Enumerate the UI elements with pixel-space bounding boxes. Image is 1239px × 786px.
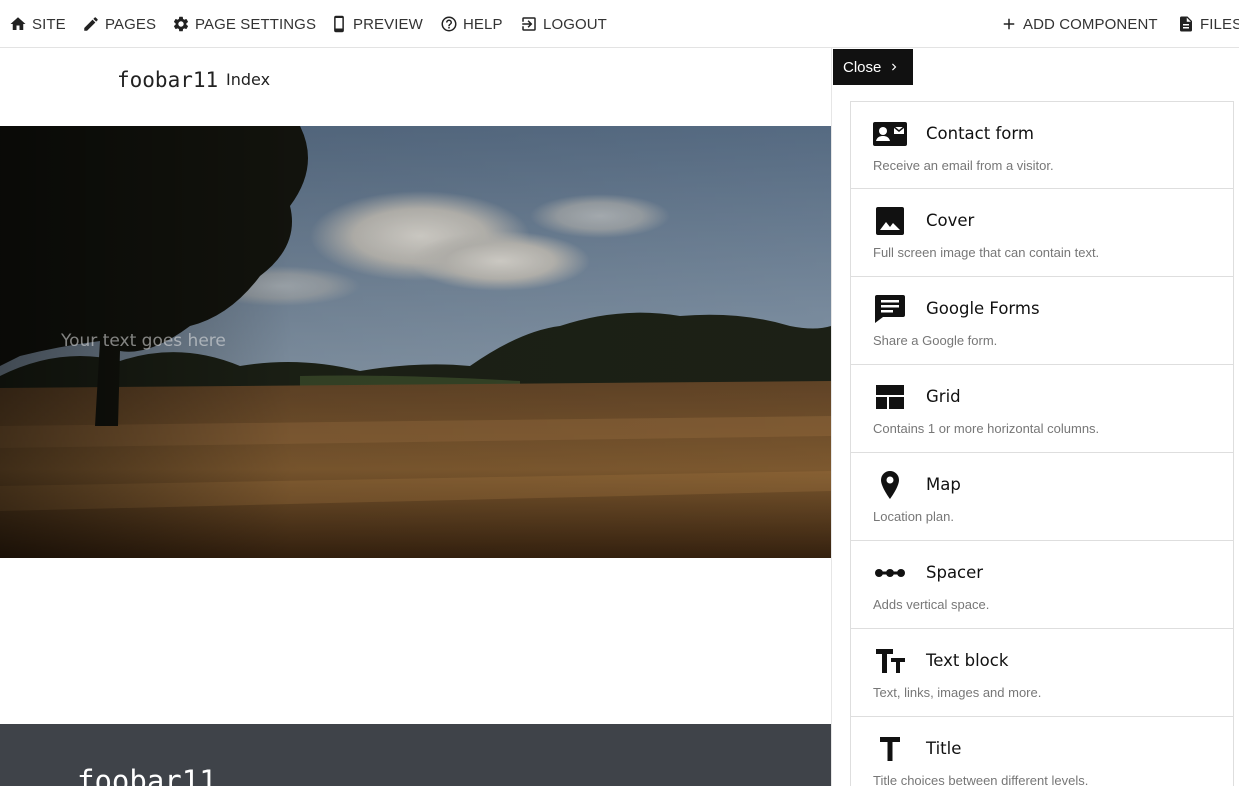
component-text-block[interactable]: Text block Text, links, images and more. bbox=[850, 629, 1234, 717]
add-component-label: ADD COMPONENT bbox=[1023, 15, 1158, 33]
add-component-panel: Close Contact form Receive an email from… bbox=[831, 48, 1239, 786]
add-component-button[interactable]: ADD COMPONENT bbox=[1000, 12, 1158, 36]
footer-site-name: foobar11 bbox=[77, 764, 217, 786]
contact-card-icon bbox=[873, 120, 907, 148]
logout-icon bbox=[522, 17, 536, 31]
component-cover[interactable]: Cover Full screen image that can contain… bbox=[850, 189, 1234, 277]
component-map[interactable]: Map Location plan. bbox=[850, 453, 1234, 541]
grid-icon bbox=[873, 383, 907, 411]
chat-bubble-icon bbox=[873, 295, 907, 323]
component-description: Adds vertical space. bbox=[873, 597, 990, 612]
component-list: Contact form Receive an email from a vis… bbox=[850, 101, 1234, 786]
plus-icon bbox=[1003, 18, 1015, 30]
close-panel-button[interactable]: Close bbox=[833, 49, 913, 85]
component-title: Text block bbox=[926, 651, 1009, 670]
site-footer: foobar11 bbox=[0, 724, 831, 786]
phone-icon bbox=[334, 15, 344, 33]
page-settings-nav-button[interactable]: PAGE SETTINGS bbox=[172, 12, 316, 36]
spacer-icon bbox=[873, 559, 907, 587]
files-nav-label: FILES bbox=[1200, 15, 1239, 33]
component-grid[interactable]: Grid Contains 1 or more horizontal colum… bbox=[850, 365, 1234, 453]
component-description: Contains 1 or more horizontal columns. bbox=[873, 421, 1100, 436]
component-title-item[interactable]: Title Title choices between different le… bbox=[850, 717, 1234, 786]
logout-nav-label: LOGOUT bbox=[543, 15, 607, 33]
site-nav-button[interactable]: SITE bbox=[9, 12, 66, 36]
component-contact-form[interactable]: Contact form Receive an email from a vis… bbox=[850, 101, 1234, 189]
component-description: Share a Google form. bbox=[873, 333, 998, 348]
chevron-right-icon bbox=[892, 63, 897, 71]
component-title: Map bbox=[926, 475, 961, 494]
pages-nav-button[interactable]: PAGES bbox=[82, 12, 156, 36]
component-title: Cover bbox=[926, 211, 975, 230]
site-name[interactable]: foobar11 bbox=[117, 68, 218, 92]
component-title: Contact form bbox=[926, 124, 1034, 143]
home-icon bbox=[10, 17, 26, 30]
top-toolbar: SITE PAGES PAGE SETTINGS PREVIEW HELP LO… bbox=[0, 0, 1239, 48]
cover-component[interactable]: Your text goes here bbox=[0, 126, 831, 558]
site-nav-label: SITE bbox=[32, 15, 66, 33]
component-google-forms[interactable]: Google Forms Share a Google form. bbox=[850, 277, 1234, 365]
component-title: Grid bbox=[926, 387, 961, 406]
help-nav-label: HELP bbox=[463, 15, 503, 33]
component-description: Location plan. bbox=[873, 509, 954, 524]
cover-text[interactable]: Your text goes here bbox=[61, 331, 226, 351]
page-settings-nav-label: PAGE SETTINGS bbox=[195, 15, 317, 33]
preview-nav-button[interactable]: PREVIEW bbox=[330, 12, 423, 36]
gear-icon bbox=[173, 16, 189, 32]
component-title: Title bbox=[926, 739, 962, 758]
component-description: Receive an email from a visitor. bbox=[873, 158, 1054, 173]
help-circle-icon bbox=[441, 16, 457, 32]
text-size-icon bbox=[873, 647, 907, 675]
component-title: Google Forms bbox=[926, 299, 1040, 318]
document-icon bbox=[1180, 16, 1192, 32]
component-description: Title choices between different levels. bbox=[873, 773, 1089, 786]
site-header: foobar11 Index bbox=[0, 48, 831, 126]
files-nav-button[interactable]: FILES bbox=[1177, 12, 1239, 36]
map-pin-icon bbox=[873, 471, 907, 499]
component-spacer[interactable]: Spacer Adds vertical space. bbox=[850, 541, 1234, 629]
title-icon bbox=[873, 735, 907, 763]
pages-nav-label: PAGES bbox=[105, 15, 157, 33]
help-nav-button[interactable]: HELP bbox=[440, 12, 503, 36]
preview-nav-label: PREVIEW bbox=[353, 15, 423, 33]
component-description: Full screen image that can contain text. bbox=[873, 245, 1100, 260]
logout-nav-button[interactable]: LOGOUT bbox=[520, 12, 607, 36]
pencil-icon bbox=[84, 17, 98, 31]
page-name[interactable]: Index bbox=[226, 70, 270, 89]
close-panel-label: Close bbox=[843, 58, 882, 76]
image-icon bbox=[873, 207, 907, 235]
component-description: Text, links, images and more. bbox=[873, 685, 1042, 700]
component-title: Spacer bbox=[926, 563, 984, 582]
